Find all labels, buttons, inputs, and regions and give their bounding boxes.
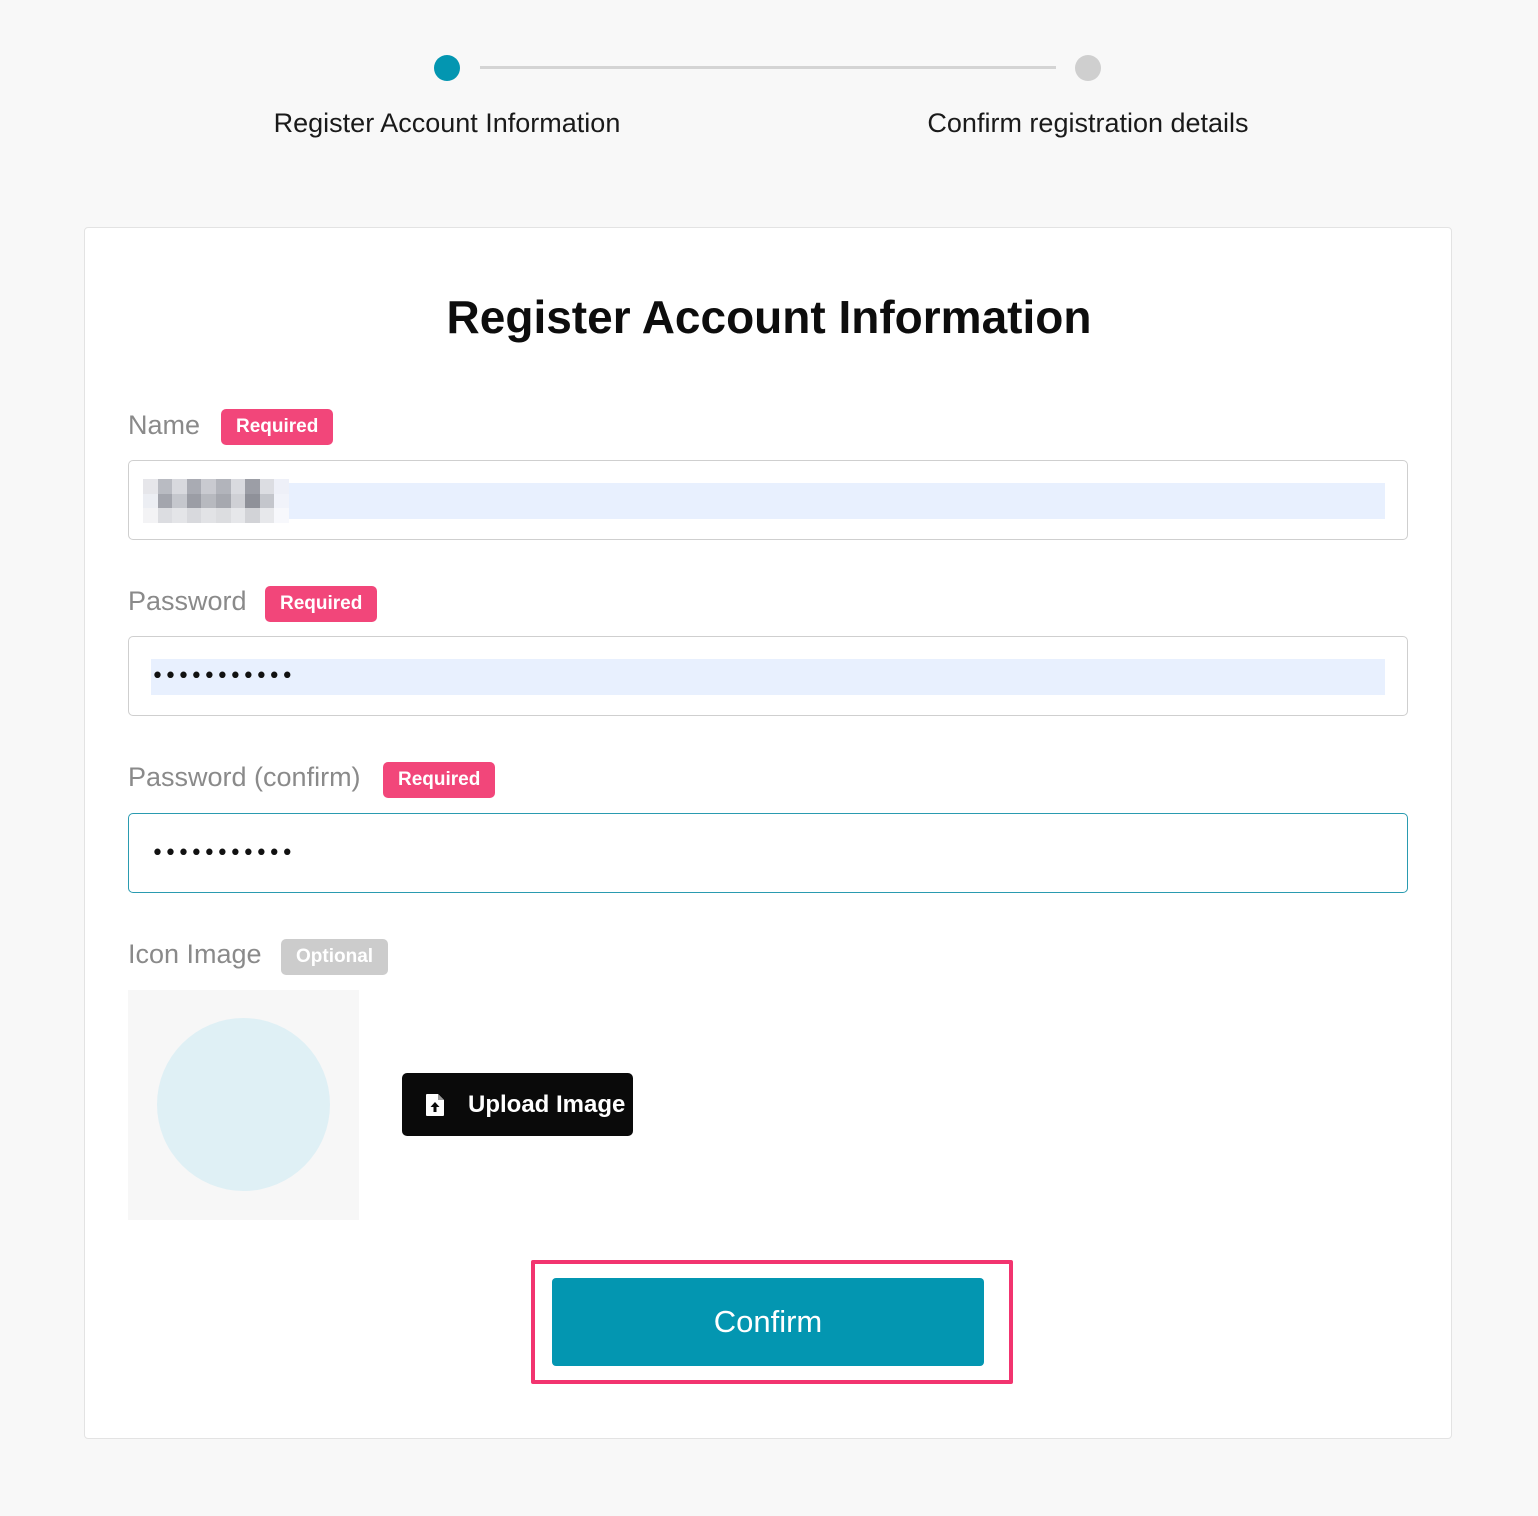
password-field[interactable]: ••••••••••• xyxy=(128,636,1408,716)
icon-image-label: Icon Image xyxy=(128,939,262,969)
upload-image-button[interactable]: Upload Image xyxy=(402,1073,633,1136)
password-required-badge: Required xyxy=(265,586,378,622)
step-1-label: Register Account Information xyxy=(273,108,621,138)
name-required-badge: Required xyxy=(221,409,334,445)
step-connector-line xyxy=(480,66,1056,69)
upload-image-label: Upload Image xyxy=(468,1090,626,1118)
name-label: Name xyxy=(128,410,201,440)
password-confirm-value: ••••••••••• xyxy=(151,841,294,866)
confirm-button[interactable]: Confirm xyxy=(552,1278,984,1366)
password-confirm-field[interactable]: ••••••••••• xyxy=(128,813,1408,893)
file-upload-icon xyxy=(426,1093,444,1116)
password-label: Password xyxy=(128,586,247,616)
step-1-indicator xyxy=(434,55,460,81)
name-field[interactable] xyxy=(128,460,1408,540)
progress-stepper: Register Account Information Confirm reg… xyxy=(0,0,1538,180)
avatar-placeholder xyxy=(157,1018,330,1191)
password-confirm-label: Password (confirm) xyxy=(128,762,361,792)
password-autofill-highlight xyxy=(151,659,1385,695)
icon-image-optional-badge: Optional xyxy=(281,939,389,975)
step-2-label: Confirm registration details xyxy=(927,108,1249,138)
password-value: ••••••••••• xyxy=(151,664,294,689)
icon-image-preview xyxy=(128,990,359,1220)
password-confirm-required-badge: Required xyxy=(383,762,496,798)
name-autofill-highlight xyxy=(151,483,1385,519)
step-2-indicator xyxy=(1075,55,1101,81)
redacted-name-value xyxy=(143,479,289,523)
form-title: Register Account Information xyxy=(446,291,1092,343)
